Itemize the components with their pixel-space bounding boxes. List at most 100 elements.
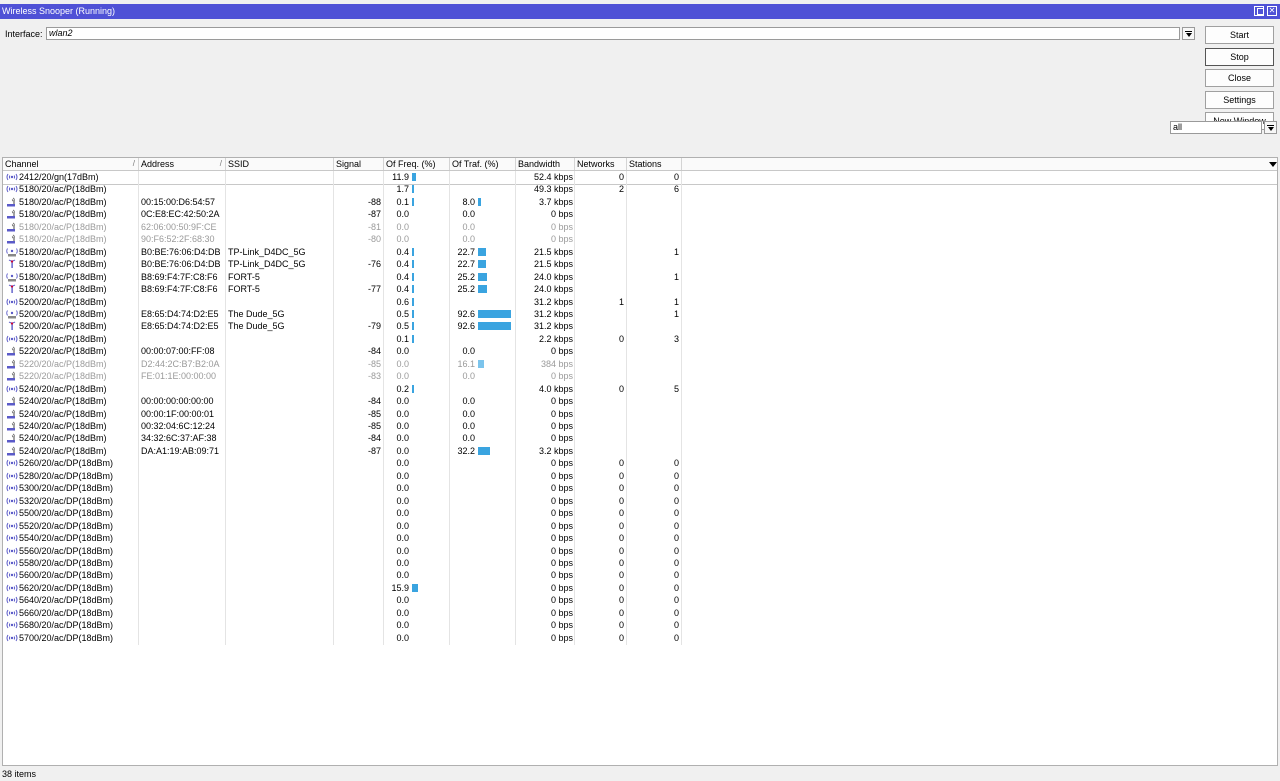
close-button[interactable]: Close xyxy=(1205,69,1274,87)
table-row[interactable]: 5240/20/ac/P(18dBm) 0.2 4.0 kbps 0 5 xyxy=(3,383,1277,396)
table-row[interactable]: 5180/20/ac/P(18dBm) 0C:E8:EC:42:50:2A -87 0… xyxy=(3,208,1277,221)
table-row[interactable]: 5240/20/ac/P(18dBm) 00:00:1F:00:00:01 -85 0… xyxy=(3,408,1277,421)
cell-networks: 0 xyxy=(618,582,624,593)
cell-traf xyxy=(450,333,475,345)
table-row[interactable]: 5180/20/ac/P(18dBm) 00:15:00:D6:54:57 -88 0… xyxy=(3,196,1277,209)
table-row[interactable]: 5200/20/ac/P(18dBm) E8:65:D4:74:D2:E5 The … xyxy=(3,308,1277,321)
table-row[interactable]: 5680/20/ac/DP(18dBm) 0.0 0 bps 0 0 xyxy=(3,619,1277,632)
table-row[interactable]: 5200/20/ac/P(18dBm) 0.6 31.2 kbps 1 1 xyxy=(3,296,1277,309)
table-row[interactable]: 5220/20/ac/P(18dBm) 0.1 2.2 kbps 0 3 xyxy=(3,333,1277,346)
header-col-bandwidth[interactable]: Bandwidth xyxy=(516,158,575,170)
table-row[interactable]: 5520/20/ac/DP(18dBm) 0.0 0 bps 0 0 xyxy=(3,520,1277,533)
table-row[interactable]: 5240/20/ac/P(18dBm) 00:00:00:00:00:00 -84 0… xyxy=(3,395,1277,408)
table-row[interactable]: 5640/20/ac/DP(18dBm) 0.0 0 bps 0 0 xyxy=(3,594,1277,607)
settings-button[interactable]: Settings xyxy=(1205,91,1274,109)
filter-select[interactable]: all xyxy=(1170,121,1262,134)
interface-dropdown-button[interactable] xyxy=(1182,27,1195,40)
table-row[interactable]: 5180/20/ac/P(18dBm) 1.7 49.3 kbps 2 6 xyxy=(3,183,1277,196)
table-row[interactable]: 5180/20/ac/P(18dBm) B0:BE:76:06:D4:DB TP-L… xyxy=(3,246,1277,259)
table-row[interactable]: 5180/20/ac/P(18dBm) 62:06:00:50:9F:CE -81 0… xyxy=(3,221,1277,234)
header-col-ssid[interactable]: SSID xyxy=(226,158,334,170)
filter-dropdown-button[interactable] xyxy=(1264,121,1277,134)
cell-traf xyxy=(450,619,475,631)
cell-ssid xyxy=(228,495,332,507)
cell-address: B8:69:F4:7F:C8:F6 xyxy=(141,284,218,295)
cell-networks: 2 xyxy=(618,184,624,195)
header-col-channel[interactable]: Channel / xyxy=(3,158,139,170)
cell-signal xyxy=(334,607,381,619)
cell-bandwidth: 0 bps xyxy=(550,557,573,568)
table-row[interactable]: 5180/20/ac/P(18dBm) B8:69:F4:7F:C8:F6 FORT… xyxy=(3,271,1277,284)
table-row[interactable]: 5220/20/ac/P(18dBm) FE:01:1E:00:00:00 -83 0… xyxy=(3,370,1277,383)
cell-channel: 5540/20/ac/DP(18dBm) xyxy=(19,533,114,544)
cell-channel: 5220/20/ac/P(18dBm) xyxy=(19,358,107,369)
table-row[interactable]: 5240/20/ac/P(18dBm) 34:32:6C:37:AF:38 -84 0… xyxy=(3,432,1277,445)
header-col-signal[interactable]: Signal xyxy=(334,158,384,170)
cell-freq: 0.0 xyxy=(396,445,409,456)
table-row[interactable]: 5600/20/ac/DP(18dBm) 0.0 0 bps 0 0 xyxy=(3,569,1277,582)
cell-signal xyxy=(334,619,381,631)
table-row[interactable]: 5560/20/ac/DP(18dBm) 0.0 0 bps 0 0 xyxy=(3,545,1277,558)
header-label: Signal xyxy=(336,159,362,169)
table-row[interactable]: 5580/20/ac/DP(18dBm) 0.0 0 bps 0 0 xyxy=(3,557,1277,570)
column-divider xyxy=(681,171,682,645)
table-row[interactable]: 5700/20/ac/DP(18dBm) 0.0 0 bps 0 0 xyxy=(3,632,1277,645)
restore-window-button[interactable] xyxy=(1254,6,1264,16)
cell-signal: -88 xyxy=(367,196,381,207)
cell-ssid xyxy=(228,432,332,444)
table-row[interactable]: 2412/20/gn(17dBm) 11.9 52.4 kbps 0 0 xyxy=(3,170,1277,185)
item-count: 38 items xyxy=(2,769,37,779)
table-row[interactable]: 5540/20/ac/DP(18dBm) 0.0 0 bps 0 0 xyxy=(3,532,1277,545)
table-row[interactable]: 5200/20/ac/P(18dBm) E8:65:D4:74:D2:E5 The … xyxy=(3,320,1277,333)
station-icon xyxy=(6,396,18,406)
table-row[interactable]: 5300/20/ac/DP(18dBm) 0.0 0 bps 0 0 xyxy=(3,482,1277,495)
channel-icon xyxy=(6,583,18,593)
header-label: Address xyxy=(141,159,175,169)
table-row[interactable]: 5660/20/ac/DP(18dBm) 0.0 0 bps 0 0 xyxy=(3,607,1277,620)
cell-traf xyxy=(450,545,475,557)
cell-signal: -84 xyxy=(367,396,381,407)
table-row[interactable]: 5180/20/ac/P(18dBm) 90:F6:52:2F:68:30 -80 0… xyxy=(3,233,1277,246)
dropdown-arrow-icon xyxy=(1267,125,1274,131)
header-col-address[interactable]: Address / xyxy=(139,158,226,170)
cell-freq: 0.0 xyxy=(396,371,409,382)
header-col-stations[interactable]: Stations xyxy=(627,158,682,170)
interface-select[interactable]: wlan2 xyxy=(46,27,1180,40)
cell-stations: 0 xyxy=(673,483,679,494)
close-window-button[interactable]: ✕ xyxy=(1267,6,1277,16)
cell-address xyxy=(141,457,225,469)
table-row[interactable]: 5620/20/ac/DP(18dBm) 15.9 0 bps 0 0 xyxy=(3,582,1277,595)
cell-channel: 5300/20/ac/DP(18dBm) xyxy=(19,483,114,494)
stop-button[interactable]: Stop xyxy=(1205,48,1274,66)
cell-address: FE:01:1E:00:00:00 xyxy=(141,371,217,382)
cell-ssid xyxy=(228,594,332,606)
header-col-networks[interactable]: Networks xyxy=(575,158,627,170)
table-row[interactable]: 5240/20/ac/P(18dBm) 00:32:04:6C:12:24 -85 0… xyxy=(3,420,1277,433)
table-row[interactable]: 5180/20/ac/P(18dBm) B8:69:F4:7F:C8:F6 FORT… xyxy=(3,283,1277,296)
table-row[interactable]: 5320/20/ac/DP(18dBm) 0.0 0 bps 0 0 xyxy=(3,495,1277,508)
cell-freq: 1.7 xyxy=(396,184,409,195)
start-button[interactable]: Start xyxy=(1205,26,1274,44)
channel-icon xyxy=(6,496,18,506)
table-row[interactable]: 5180/20/ac/P(18dBm) B0:BE:76:06:D4:DB TP-L… xyxy=(3,258,1277,271)
cell-channel: 5200/20/ac/P(18dBm) xyxy=(19,308,107,319)
table-row[interactable]: 5280/20/ac/DP(18dBm) 0.0 0 bps 0 0 xyxy=(3,470,1277,483)
cell-address: 00:00:1F:00:00:01 xyxy=(141,408,215,419)
header-col-freq[interactable]: Of Freq. (%) xyxy=(384,158,450,170)
table-row[interactable]: 5220/20/ac/P(18dBm) 00:00:07:00:FF:08 -84 0… xyxy=(3,345,1277,358)
cell-networks: 0 xyxy=(618,607,624,618)
column-menu-arrow-icon[interactable] xyxy=(1269,162,1277,167)
cell-stations: 0 xyxy=(673,620,679,631)
close-icon: ✕ xyxy=(1268,6,1276,15)
table-row[interactable]: 5240/20/ac/P(18dBm) DA:A1:19:AB:09:71 -87 0… xyxy=(3,445,1277,458)
cell-traf xyxy=(450,383,475,395)
cell-address: B0:BE:76:06:D4:DB xyxy=(141,259,221,270)
cell-bandwidth: 0 bps xyxy=(550,421,573,431)
cell-signal xyxy=(334,308,381,320)
cell-stations xyxy=(627,432,679,444)
table-row[interactable]: 5500/20/ac/DP(18dBm) 0.0 0 bps 0 0 xyxy=(3,507,1277,520)
table-row[interactable]: 5220/20/ac/P(18dBm) D2:44:2C:B7:B2:0A -85 0… xyxy=(3,358,1277,371)
table-row[interactable]: 5260/20/ac/DP(18dBm) 0.0 0 bps 0 0 xyxy=(3,457,1277,470)
cell-ssid xyxy=(228,557,332,569)
header-col-traf[interactable]: Of Traf. (%) xyxy=(450,158,516,170)
